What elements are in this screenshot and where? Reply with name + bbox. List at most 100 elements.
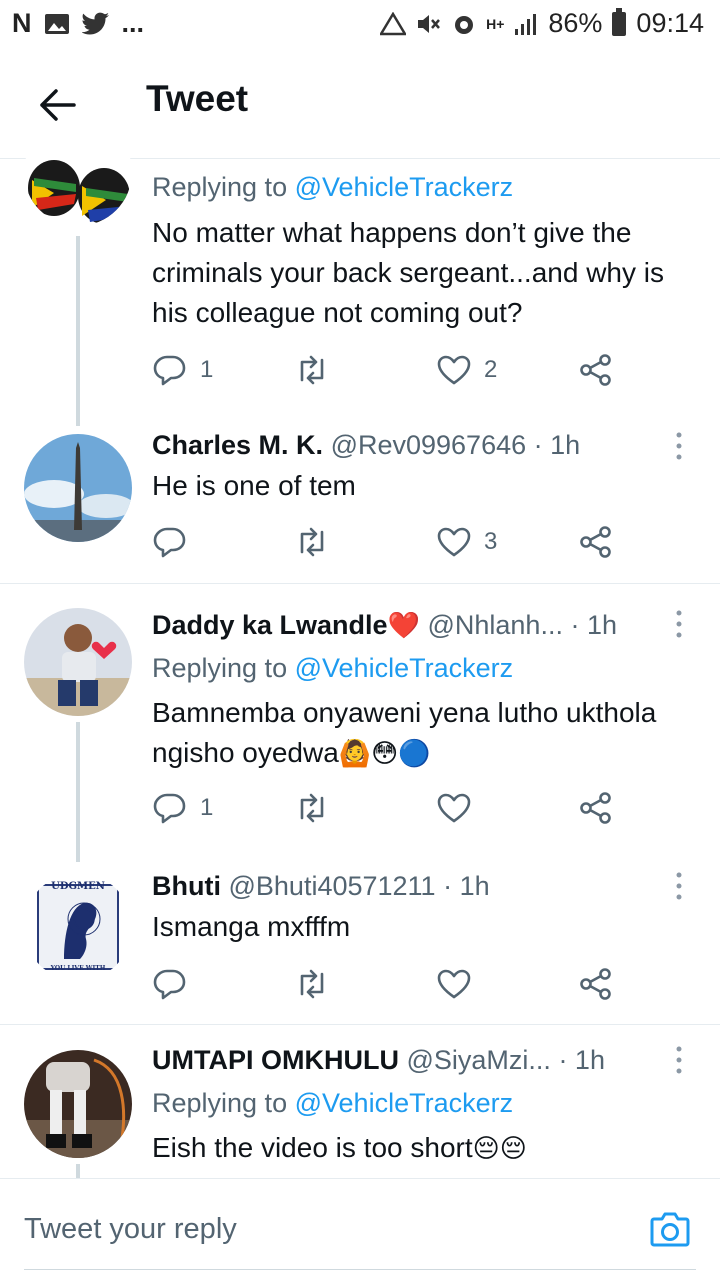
network-type: H+ [486, 15, 505, 32]
tweet-2-text: He is one of tem [152, 470, 356, 501]
user-handle: @Bhuti40571211 [228, 871, 436, 901]
avatar[interactable] [24, 1050, 132, 1158]
tweet-3-header: Daddy ka Lwandle❤️ @Nhlanh... · 1h [152, 610, 617, 641]
reply-button[interactable] [152, 966, 188, 1002]
retweet-button[interactable] [294, 966, 330, 1002]
heart-icon [437, 793, 471, 823]
mention-link[interactable]: @VehicleTrackerz [295, 653, 513, 683]
tweet-4-header: Bhuti @Bhuti40571211 · 1h [152, 871, 490, 902]
user-handle: @Rev09967646 [330, 430, 527, 460]
avatar[interactable] [24, 608, 132, 716]
share-button[interactable] [578, 966, 614, 1002]
tweet-2-header: Charles M. K. @Rev09967646 · 1h [152, 430, 580, 461]
alarm-icon [455, 15, 474, 34]
thread-line [76, 1164, 80, 1178]
display-name[interactable]: Bhuti [152, 871, 221, 901]
tweet-time: · 1h [570, 610, 617, 640]
reply-button[interactable] [152, 524, 188, 560]
mute-icon [418, 14, 441, 33]
avatar-top-text: UDGMEN [51, 881, 105, 892]
avatar[interactable] [24, 434, 132, 542]
share-icon [580, 792, 611, 824]
share-icon [580, 354, 611, 386]
heart-icon [437, 355, 471, 385]
status-left-icons: N ... [12, 8, 144, 39]
display-name[interactable]: Charles M. K. [152, 430, 323, 460]
reply-icon [153, 355, 186, 386]
reply-underline [24, 1269, 696, 1270]
tweet-4-actions [152, 966, 632, 1006]
heart-icon [437, 969, 471, 999]
status-bar: N ... H+ 86% 09:14 [0, 0, 720, 50]
like-button[interactable] [436, 966, 472, 1002]
retweet-button[interactable] [294, 524, 330, 560]
divider [0, 583, 720, 584]
tweet-1-text: No matter what happens don’t give the cr… [152, 217, 664, 328]
retweet-button[interactable] [294, 352, 330, 388]
monument-avatar [24, 434, 132, 542]
more-options-icon[interactable] [672, 871, 686, 901]
display-name[interactable]: UMTAPI OMKHULU [152, 1045, 399, 1075]
reply-icon [153, 527, 186, 558]
tweet-5-header: UMTAPI OMKHULU @SiyaMzi... · 1h [152, 1045, 605, 1076]
thread-line [76, 722, 80, 862]
retweet-icon [300, 355, 324, 385]
person-photo-avatar [24, 1050, 132, 1158]
camera-icon[interactable] [648, 1207, 692, 1251]
signal-icon [515, 13, 537, 35]
display-name[interactable]: Daddy ka Lwandle [152, 610, 388, 640]
battery-icon [612, 7, 627, 36]
avatar-bottom-text: YOU LIVE WITH [50, 965, 106, 972]
share-button[interactable] [578, 524, 614, 560]
tweet-3-replying: Replying to @VehicleTrackerz [152, 653, 514, 683]
share-button[interactable] [578, 352, 614, 388]
reply-button[interactable]: 1 [152, 790, 213, 826]
tweet-5-emojis: 😔😔 [472, 1134, 527, 1164]
retweet-button[interactable] [294, 790, 330, 826]
share-icon [580, 968, 611, 1000]
status-right: H+ 86% 09:14 [380, 7, 704, 39]
mention-link[interactable]: @VehicleTrackerz [295, 1088, 513, 1118]
tweet-time: · 1h [443, 871, 490, 901]
tweet-3-line-1: Bamnemba onyaweni yena lutho ukthola [152, 697, 657, 728]
more-options-icon[interactable] [672, 1045, 686, 1075]
like-button[interactable] [436, 790, 472, 826]
tweet-time: · 1h [558, 1045, 605, 1075]
tweet-3-actions: 1 [152, 790, 632, 830]
tweet-1-replying: Replying to @VehicleTrackerz [152, 172, 514, 202]
more-notifications-indicator: ... [121, 8, 145, 38]
boxing-gloves-avatar [28, 160, 130, 224]
page-title: Tweet [146, 78, 249, 119]
tweet-time: · 1h [533, 430, 581, 460]
gallery-icon [44, 13, 69, 34]
share-button[interactable] [578, 790, 614, 826]
like-button[interactable]: 2 [436, 352, 497, 388]
tweet-4-text: Ismanga mxfffm [152, 911, 351, 942]
twitter-icon [81, 12, 109, 34]
reply-input[interactable]: Tweet your reply [24, 1213, 237, 1246]
tweet-5-replying: Replying to @VehicleTrackerz [152, 1088, 514, 1118]
mention-link[interactable]: @VehicleTrackerz [295, 172, 513, 202]
child-photo-avatar [24, 608, 132, 716]
divider [0, 1024, 720, 1025]
tweet-3-text: Bamnemba onyaweni yena lutho ukthola ngi… [152, 693, 702, 774]
reply-composer[interactable]: Tweet your reply [0, 1178, 720, 1281]
thread-line [76, 236, 80, 426]
reply-button[interactable]: 1 [152, 352, 213, 388]
tweet-1-actions: 1 2 [152, 352, 632, 392]
battery-percent: 86% [548, 8, 603, 38]
more-options-icon[interactable] [672, 431, 686, 461]
like-button[interactable]: 3 [436, 524, 497, 560]
tweet-5-text: Eish the video is too short😔😔 [152, 1132, 527, 1164]
user-handle: @Nhlanh... [427, 610, 563, 640]
more-options-icon[interactable] [672, 609, 686, 639]
notification-n-icon: N [12, 8, 32, 38]
avatar[interactable] [24, 118, 132, 226]
heart-icon [437, 527, 471, 557]
reply-icon [153, 969, 186, 1000]
avatar[interactable]: UDGMEN YOU LIVE WITH [24, 873, 132, 981]
clock: 09:14 [636, 8, 704, 38]
tweet-3-line-2: ngisho oyedwa🙆😳🔵 [152, 737, 431, 769]
retweet-icon [300, 969, 324, 999]
share-icon [580, 526, 611, 558]
